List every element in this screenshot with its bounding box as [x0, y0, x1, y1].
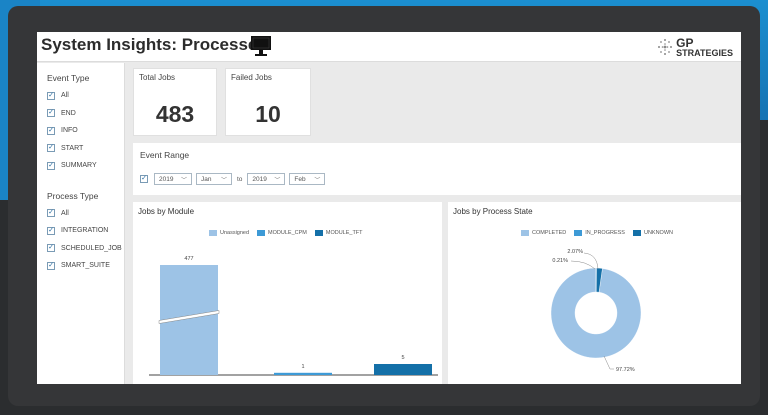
label-leader-line: [603, 355, 614, 370]
to-month-select[interactable]: Feb ﹀: [289, 173, 326, 185]
to-year-value: 2019: [252, 175, 267, 183]
slice-label-unknown: 2.07%: [567, 249, 583, 255]
total-jobs-value: 483: [155, 101, 195, 127]
to-label: to: [237, 175, 243, 183]
checkbox[interactable]: ✓: [47, 109, 55, 118]
dashboard-screen: System Insights: Processes GP STRATEGIES…: [37, 32, 741, 384]
checkbox[interactable]: ✓: [47, 126, 55, 135]
total-jobs-label: Total Jobs: [139, 73, 176, 82]
chevron-down-icon: ﹀: [180, 177, 187, 184]
from-year-select[interactable]: 2019 ﹀: [154, 173, 192, 185]
bar-value-label: 5: [401, 355, 404, 361]
gp-strategies-logo: GP STRATEGIES: [657, 36, 733, 58]
header-bar: System Insights: Processes GP STRATEGIES: [37, 32, 741, 62]
option-label: INTEGRATION: [61, 227, 109, 235]
failed-jobs-label: Failed Jobs: [231, 73, 272, 82]
bar-value-label: 477: [184, 256, 193, 262]
checkbox[interactable]: ✓: [47, 144, 55, 153]
jobs-by-state-panel: Jobs by Process State COMPLETED IN_PROGR…: [448, 202, 741, 384]
chevron-down-icon: ﹀: [274, 177, 281, 184]
event-range-title: Event Range: [140, 150, 190, 160]
option-label: SUMMARY: [61, 162, 97, 170]
to-month-value: Feb: [294, 175, 306, 183]
checkbox[interactable]: ✓: [47, 161, 55, 170]
option-label: SCHEDULED_JOB: [61, 244, 122, 252]
event-range-panel: Event Range ✓ 2019 ﹀ Jan ﹀ to 2019 ﹀ Feb ﹀: [133, 143, 741, 195]
option-label: All: [61, 209, 69, 217]
filter-panel: Event Type ✓ All ✓ END ✓ INFO ✓ START ✓ SUMMA…: [37, 63, 125, 384]
from-year-value: 2019: [159, 175, 174, 183]
label-leader-line: [570, 260, 596, 270]
option-label: INFO: [61, 127, 78, 135]
from-month-select[interactable]: Jan ﹀: [196, 173, 232, 185]
chevron-down-icon: ﹀: [220, 177, 227, 184]
label-leader-line: [583, 252, 599, 270]
slice-label-completed: 97.72%: [616, 367, 635, 373]
total-jobs-card: Total Jobs 483: [133, 68, 217, 136]
event-type-option-info[interactable]: ✓ INFO: [47, 122, 124, 140]
checkbox[interactable]: ✓: [47, 91, 55, 100]
failed-jobs-card: Failed Jobs 10: [225, 68, 311, 136]
bar-module_cpm: [274, 372, 332, 375]
monitor-icon: [251, 36, 271, 56]
to-year-select[interactable]: 2019 ﹀: [247, 173, 286, 185]
bar-module_tft: [374, 364, 432, 375]
option-label: All: [61, 92, 69, 100]
process-type-heading: Process Type: [47, 190, 99, 201]
page-title: System Insights: Processes: [41, 35, 267, 54]
logo-starburst-icon: [658, 39, 673, 55]
process-type-option-integration[interactable]: ✓ INTEGRATION: [47, 222, 124, 240]
event-type-option-summary[interactable]: ✓ SUMMARY: [47, 157, 124, 175]
failed-jobs-value: 10: [255, 101, 281, 127]
logo-line2: STRATEGIES: [676, 47, 733, 58]
jobs-by-module-panel: Jobs by Module Unassigned MODULE_CPM MOD…: [133, 202, 442, 384]
from-month-value: Jan: [201, 175, 212, 183]
checkbox[interactable]: ✓: [47, 244, 55, 253]
checkbox[interactable]: ✓: [47, 261, 55, 270]
process-type-option-smart-suite[interactable]: ✓ SMART_SUITE: [47, 257, 124, 275]
option-label: START: [61, 144, 84, 152]
event-type-option-all[interactable]: ✓ All: [47, 87, 124, 105]
chevron-down-icon: ﹀: [314, 177, 321, 184]
checkbox[interactable]: ✓: [47, 226, 55, 235]
option-label: END: [61, 109, 76, 117]
bar-value-label: 1: [301, 364, 304, 370]
jobs-by-module-chart: 477 1 5: [149, 256, 438, 376]
jobs-by-state-chart: 97.72% 2.07% 0.21%: [550, 249, 642, 373]
event-type-heading: Event Type: [47, 73, 90, 83]
slice-label-in-progress: 0.21%: [552, 258, 568, 264]
event-type-option-start[interactable]: ✓ START: [47, 140, 124, 158]
event-type-option-end[interactable]: ✓ END: [47, 105, 124, 123]
checkbox[interactable]: ✓: [47, 209, 55, 218]
process-type-option-all[interactable]: ✓ All: [47, 205, 124, 223]
option-label: SMART_SUITE: [61, 262, 110, 270]
event-range-checkbox[interactable]: ✓: [140, 175, 148, 183]
process-type-option-scheduled-job[interactable]: ✓ SCHEDULED_JOB: [47, 240, 124, 258]
